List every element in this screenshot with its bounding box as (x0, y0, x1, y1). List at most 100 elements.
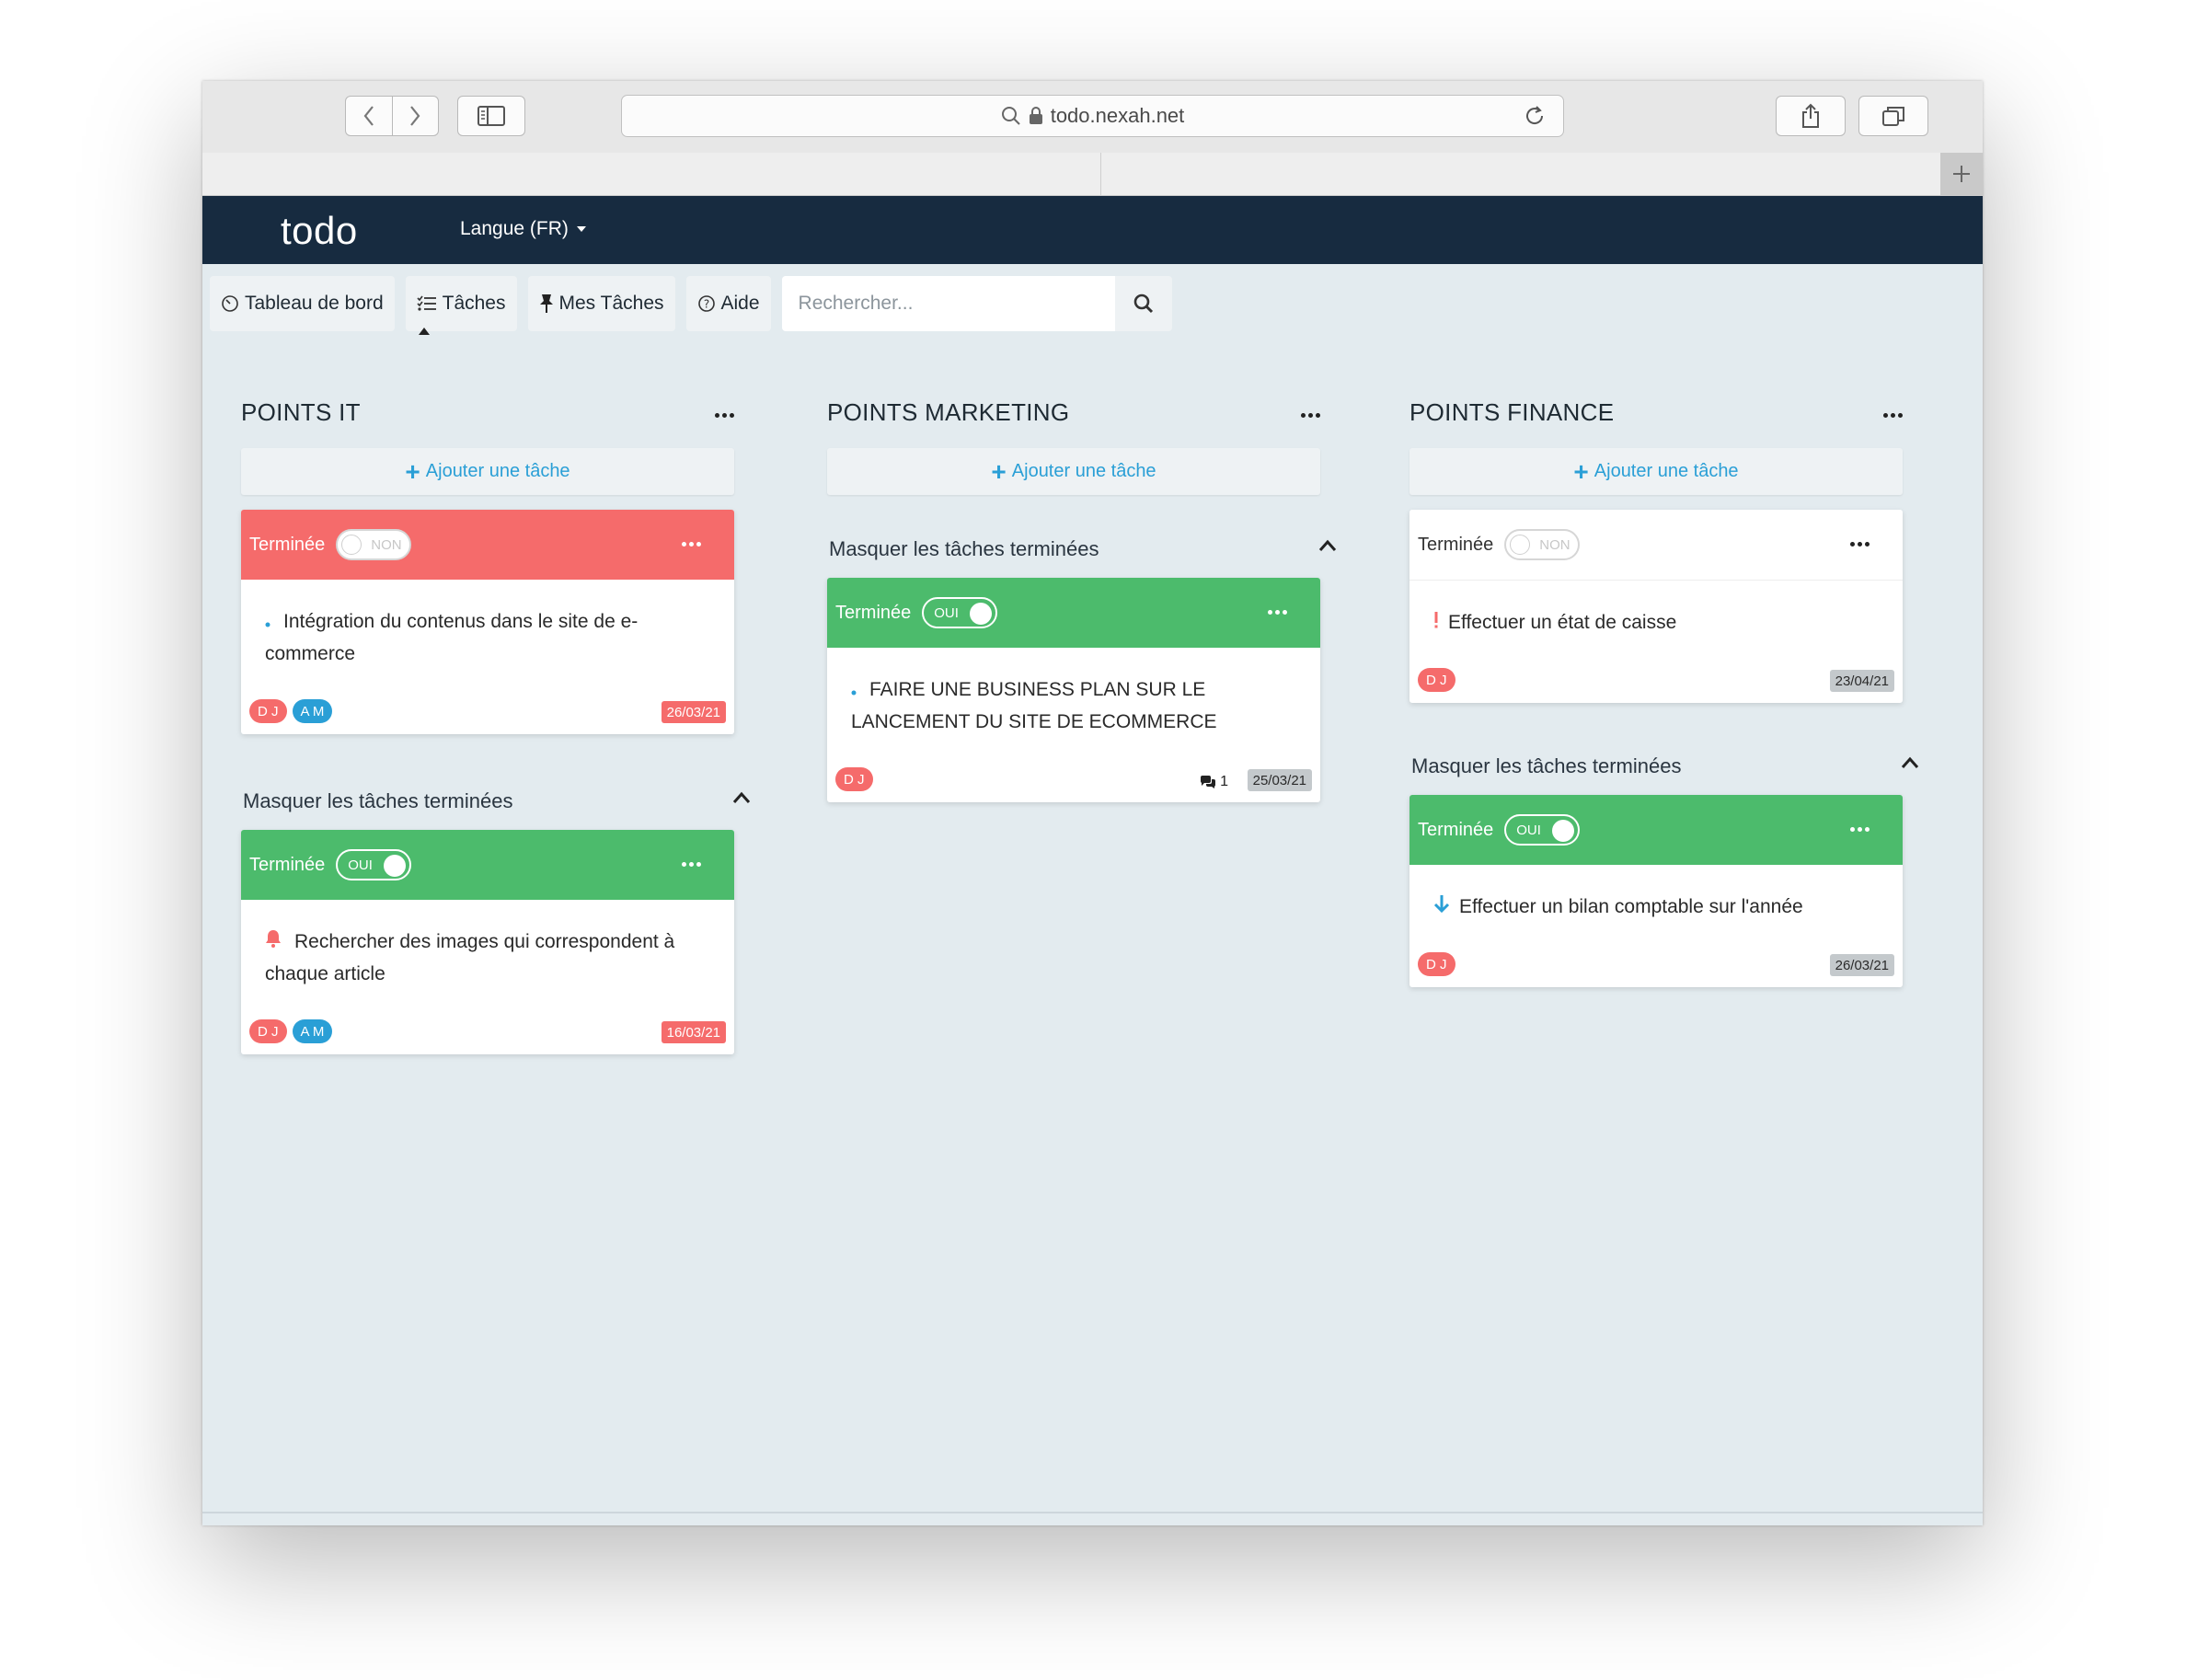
assignee-badge[interactable]: D J (1418, 952, 1455, 976)
menu-dashboard[interactable]: Tableau de bord (210, 276, 395, 331)
task-text-block: Effectuer un bilan comptable sur l'année (1409, 865, 1903, 923)
sidebar-toggle-button[interactable] (457, 96, 525, 136)
search-form (781, 276, 1172, 331)
task-text-block: Intégration du contenus dans le site de … (241, 580, 734, 670)
task-card[interactable]: Terminée OUI Effectuer un bilan comptabl… (1409, 795, 1903, 987)
toggle-knob (341, 535, 362, 555)
task-card-footer: D J 1 25/03/21 (827, 738, 1320, 802)
menu-dashboard-label: Tableau de bord (245, 293, 384, 314)
assignees: D J (1418, 668, 1455, 692)
done-label: Terminée (835, 602, 912, 623)
card-menu-icon[interactable] (1268, 610, 1287, 615)
done-toggle[interactable]: OUI (336, 849, 412, 880)
assignee-badge[interactable]: A M (292, 1019, 333, 1043)
hide-done-toggle[interactable]: Masquer les tâches terminées (1409, 747, 1919, 784)
toggle-knob (970, 603, 993, 625)
menu-help[interactable]: ? Aide (685, 276, 771, 331)
assignee-badge[interactable]: D J (1418, 668, 1455, 692)
tabs-overview-button[interactable] (1858, 96, 1928, 136)
assignee-badge[interactable]: D J (835, 767, 873, 791)
assignee-badge[interactable]: D J (249, 699, 287, 723)
hide-done-toggle[interactable]: Masquer les tâches terminées (827, 530, 1337, 567)
task-card[interactable]: Terminée OUI Rechercher des images qui c… (241, 830, 734, 1054)
address-bar[interactable]: todo.nexah.net (621, 95, 1564, 137)
language-label: Langue (FR) (460, 218, 569, 239)
card-menu-icon[interactable] (1850, 827, 1870, 832)
comments-count[interactable]: 1 (1200, 774, 1228, 790)
comments-icon (1201, 776, 1216, 788)
hide-done-toggle[interactable]: Masquer les tâches terminées (241, 782, 751, 819)
low-priority-dot-icon (265, 605, 270, 638)
plus-icon: + (1573, 456, 1589, 486)
language-dropdown[interactable]: Langue (FR) (460, 218, 586, 240)
chevron-left-icon (363, 106, 374, 126)
task-card[interactable]: Terminée NON Effectuer un état de caisse… (1409, 510, 1903, 703)
task-card-header: Terminée NON (241, 510, 734, 580)
add-task-button[interactable]: + Ajouter une tâche (1409, 448, 1903, 495)
done-label: Terminée (1418, 534, 1494, 555)
share-icon (1802, 103, 1819, 128)
search-input[interactable] (781, 276, 1115, 331)
task-card-header: Terminée OUI (241, 830, 734, 900)
card-menu-icon[interactable] (1850, 542, 1870, 547)
chevron-up-icon[interactable] (1901, 756, 1919, 769)
assignees: D J (835, 767, 873, 791)
svg-text:?: ? (703, 298, 708, 311)
column-menu-icon[interactable] (1883, 413, 1903, 418)
done-toggle[interactable]: NON (336, 529, 412, 560)
plus-icon (1953, 166, 1970, 182)
tasks-list-icon (417, 295, 436, 311)
menu-tasks-label: Tâches (442, 293, 506, 314)
help-circle-icon: ? (697, 295, 715, 312)
assignee-badge[interactable]: A M (292, 699, 333, 723)
column-menu-icon[interactable] (715, 413, 734, 418)
sidebar-icon (477, 106, 505, 126)
assignees: D J A M (249, 1019, 333, 1043)
card-menu-icon[interactable] (682, 862, 701, 867)
card-menu-icon[interactable] (682, 542, 701, 547)
tab-divider (1100, 153, 1101, 195)
task-card-footer: D J A M 26/03/21 (241, 670, 734, 734)
hide-done-label: Masquer les tâches terminées (829, 537, 1099, 560)
page-bottom-divider (202, 1512, 1983, 1513)
forward-button[interactable] (391, 97, 439, 135)
toggle-label: NON (1539, 536, 1570, 553)
task-text: Intégration du contenus dans le site de … (265, 611, 639, 664)
task-text: FAIRE UNE BUSINESS PLAN SUR LE LANCEMENT… (851, 679, 1217, 732)
hide-done-label: Masquer les tâches terminées (1411, 754, 1682, 777)
assignee-badge[interactable]: D J (249, 1019, 287, 1043)
plus-icon: + (405, 456, 420, 486)
share-button[interactable] (1776, 96, 1846, 136)
chevron-up-icon[interactable] (1318, 539, 1337, 552)
add-task-button[interactable]: + Ajouter une tâche (827, 448, 1320, 495)
menu-my-tasks-label: Mes Tâches (558, 293, 664, 314)
app-navbar: todo Langue (FR) (202, 196, 1983, 264)
column-points-it: POINTS IT + Ajouter une tâche Terminée N… (241, 398, 751, 1054)
done-toggle[interactable]: OUI (1504, 814, 1581, 846)
task-card-footer: D J 26/03/21 (1409, 923, 1903, 987)
due-date-badge: 26/03/21 (1829, 954, 1894, 976)
column-header: POINTS MARKETING (827, 398, 1320, 435)
brand-logo[interactable]: todo (281, 209, 358, 253)
back-button[interactable] (346, 97, 392, 135)
task-card-footer: D J 23/04/21 (1409, 639, 1903, 703)
new-tab-button[interactable] (1940, 153, 1983, 195)
toggle-knob (1552, 820, 1575, 842)
task-card[interactable]: Terminée NON Intégration du contenus dan… (241, 510, 734, 734)
reload-icon[interactable] (1523, 104, 1547, 128)
column-header: POINTS FINANCE (1409, 398, 1903, 435)
toggle-label: OUI (934, 604, 959, 621)
menu-my-tasks[interactable]: Mes Tâches (527, 276, 675, 331)
add-task-button[interactable]: + Ajouter une tâche (241, 448, 734, 495)
add-task-label: Ajouter une tâche (425, 461, 570, 481)
due-date-badge: 26/03/21 (661, 701, 726, 723)
done-toggle[interactable]: OUI (922, 597, 998, 628)
column-menu-icon[interactable] (1301, 413, 1320, 418)
chevron-up-icon[interactable] (732, 791, 751, 804)
column-title: POINTS IT (241, 398, 361, 426)
menu-tasks[interactable]: Tâches (405, 276, 517, 335)
search-button[interactable] (1114, 276, 1172, 331)
task-card[interactable]: Terminée OUI FAIRE UNE BUSINESS PLAN SUR… (827, 578, 1320, 802)
done-toggle[interactable]: NON (1504, 529, 1581, 560)
menu-help-label: Aide (720, 293, 760, 314)
